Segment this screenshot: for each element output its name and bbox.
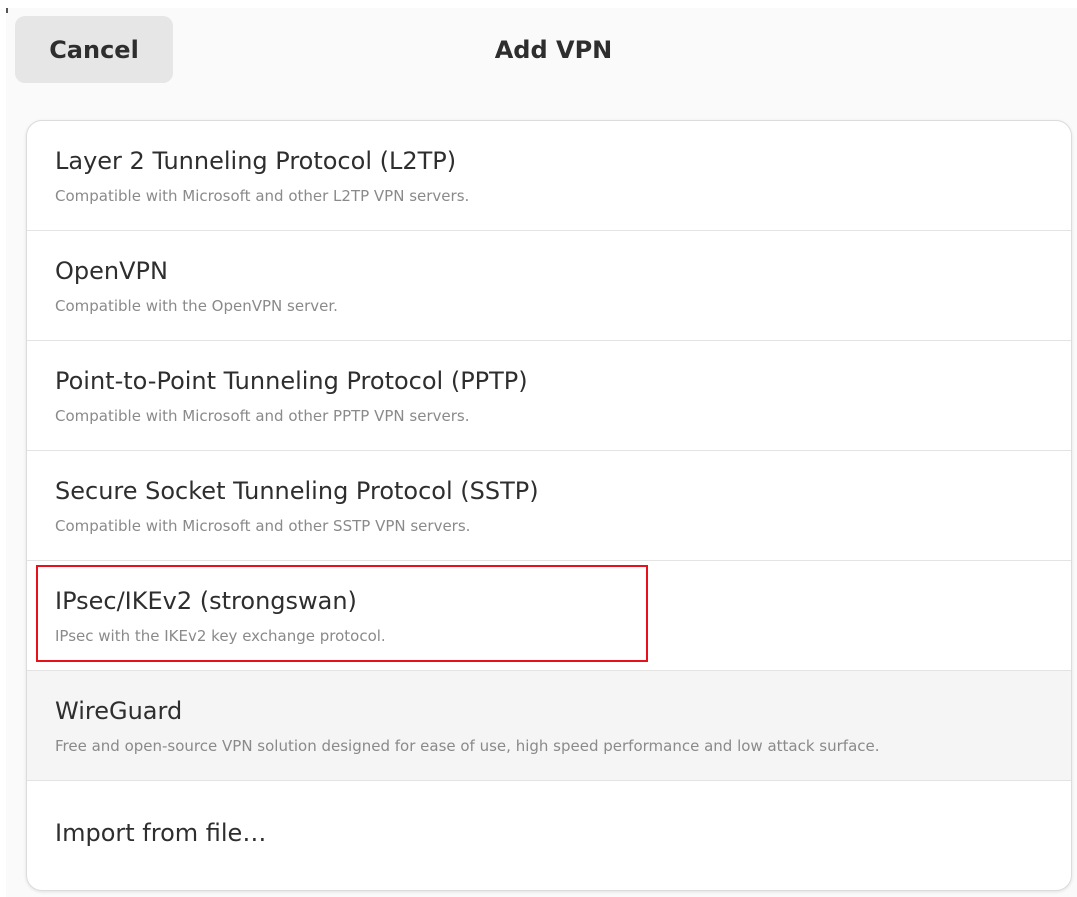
list-item-title: WireGuard	[55, 697, 183, 725]
vpn-type-list: Layer 2 Tunneling Protocol (L2TP) Compat…	[26, 120, 1072, 891]
cancel-button[interactable]: Cancel	[15, 16, 173, 83]
list-item-pptp[interactable]: Point-to-Point Tunneling Protocol (PPTP)…	[27, 341, 1071, 451]
list-item-ipsec-ikev2[interactable]: IPsec/IKEv2 (strongswan) IPsec with the …	[27, 561, 1071, 671]
list-item-subtitle: Free and open-source VPN solution design…	[55, 737, 880, 755]
add-vpn-dialog: Add VPN Cancel Layer 2 Tunneling Protoco…	[6, 8, 1077, 897]
list-item-sstp[interactable]: Secure Socket Tunneling Protocol (SSTP) …	[27, 451, 1071, 561]
import-from-file-label: Import from file…	[55, 819, 267, 847]
import-from-file-item[interactable]: Import from file…	[27, 781, 1071, 890]
list-item-title: Point-to-Point Tunneling Protocol (PPTP)	[55, 367, 528, 395]
dialog-header: Add VPN Cancel	[6, 8, 1077, 90]
list-item-openvpn[interactable]: OpenVPN Compatible with the OpenVPN serv…	[27, 231, 1071, 341]
list-item-title: Secure Socket Tunneling Protocol (SSTP)	[55, 477, 539, 505]
list-item-subtitle: Compatible with Microsoft and other PPTP…	[55, 407, 470, 425]
list-item-title: OpenVPN	[55, 257, 168, 285]
list-item-title: IPsec/IKEv2 (strongswan)	[55, 587, 357, 615]
list-item-subtitle: IPsec with the IKEv2 key exchange protoc…	[55, 627, 386, 645]
list-item-title: Layer 2 Tunneling Protocol (L2TP)	[55, 147, 457, 175]
list-item-wireguard[interactable]: WireGuard Free and open-source VPN solut…	[27, 671, 1071, 781]
list-item-l2tp[interactable]: Layer 2 Tunneling Protocol (L2TP) Compat…	[27, 121, 1071, 231]
list-item-subtitle: Compatible with Microsoft and other L2TP…	[55, 187, 470, 205]
list-item-subtitle: Compatible with Microsoft and other SSTP…	[55, 517, 471, 535]
list-item-subtitle: Compatible with the OpenVPN server.	[55, 297, 338, 315]
window-corner-mark	[6, 8, 8, 13]
